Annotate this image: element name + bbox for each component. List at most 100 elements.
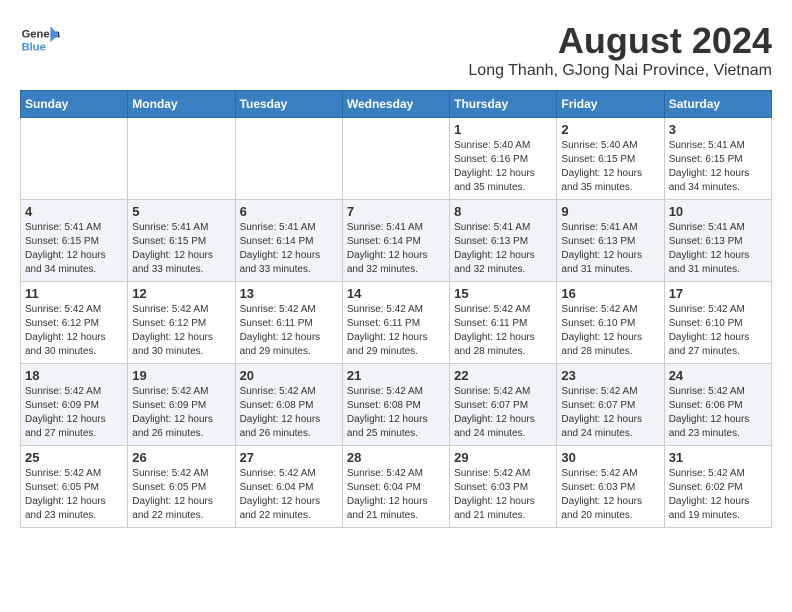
day-number: 20 <box>240 368 338 383</box>
weekday-header: Sunday <box>21 91 128 118</box>
calendar-cell: 30 Sunrise: 5:42 AM Sunset: 6:03 PM Dayli… <box>557 446 664 528</box>
calendar-cell: 6 Sunrise: 5:41 AM Sunset: 6:14 PM Daylig… <box>235 200 342 282</box>
calendar-cell <box>342 118 449 200</box>
calendar-cell: 4 Sunrise: 5:41 AM Sunset: 6:15 PM Daylig… <box>21 200 128 282</box>
day-number: 22 <box>454 368 552 383</box>
calendar-cell: 12Sunrise: 5:42 AM Sunset: 6:12 PM Dayli… <box>128 282 235 364</box>
calendar-week-row: 18 Sunrise: 5:42 AM Sunset: 6:09 PM Dayli… <box>21 364 772 446</box>
calendar-cell: 21Sunrise: 5:42 AM Sunset: 6:08 PM Dayli… <box>342 364 449 446</box>
location-title: Long Thanh, GJong Nai Province, Vietnam <box>468 62 772 80</box>
day-info: Sunrise: 5:40 AM Sunset: 6:16 PM Dayligh… <box>454 139 552 195</box>
calendar-cell: 1 Sunrise: 5:40 AM Sunset: 6:16 PM Daylig… <box>450 118 557 200</box>
day-info: Sunrise: 5:42 AM Sunset: 6:10 PM Dayligh… <box>669 303 767 359</box>
weekday-header: Saturday <box>664 91 771 118</box>
day-info: Sunrise: 5:42 AM Sunset: 6:03 PM Dayligh… <box>561 467 659 523</box>
calendar-cell: 20 Sunrise: 5:42 AM Sunset: 6:08 PM Dayli… <box>235 364 342 446</box>
day-number: 15 <box>454 286 552 301</box>
day-number: 30 <box>561 450 659 465</box>
calendar-cell: 27 Sunrise: 5:42 AM Sunset: 6:04 PM Dayli… <box>235 446 342 528</box>
day-info: Sunrise: 5:41 AM Sunset: 6:14 PM Dayligh… <box>347 221 445 277</box>
day-info: Sunrise: 5:42 AM Sunset: 6:09 PM Dayligh… <box>132 385 230 441</box>
day-info: Sunrise: 5:42 AM Sunset: 6:07 PM Dayligh… <box>561 385 659 441</box>
calendar-cell: 23 Sunrise: 5:42 AM Sunset: 6:07 PM Dayli… <box>557 364 664 446</box>
day-number: 31 <box>669 450 767 465</box>
calendar-week-row: 4 Sunrise: 5:41 AM Sunset: 6:15 PM Daylig… <box>21 200 772 282</box>
logo-icon: General Blue <box>20 20 60 60</box>
day-info: Sunrise: 5:42 AM Sunset: 6:02 PM Dayligh… <box>669 467 767 523</box>
day-number: 11 <box>25 286 123 301</box>
logo: General Blue <box>20 20 60 60</box>
month-year-title: August 2024 <box>468 20 772 62</box>
title-section: August 2024 Long Thanh, GJong Nai Provin… <box>468 20 772 80</box>
weekday-header: Tuesday <box>235 91 342 118</box>
day-info: Sunrise: 5:42 AM Sunset: 6:11 PM Dayligh… <box>347 303 445 359</box>
day-info: Sunrise: 5:41 AM Sunset: 6:15 PM Dayligh… <box>25 221 123 277</box>
day-info: Sunrise: 5:41 AM Sunset: 6:13 PM Dayligh… <box>454 221 552 277</box>
day-number: 21 <box>347 368 445 383</box>
day-info: Sunrise: 5:42 AM Sunset: 6:05 PM Dayligh… <box>132 467 230 523</box>
day-info: Sunrise: 5:42 AM Sunset: 6:04 PM Dayligh… <box>240 467 338 523</box>
calendar-cell: 10Sunrise: 5:41 AM Sunset: 6:13 PM Dayli… <box>664 200 771 282</box>
day-info: Sunrise: 5:41 AM Sunset: 6:13 PM Dayligh… <box>669 221 767 277</box>
calendar-cell: 15 Sunrise: 5:42 AM Sunset: 6:11 PM Dayli… <box>450 282 557 364</box>
weekday-header: Monday <box>128 91 235 118</box>
day-info: Sunrise: 5:42 AM Sunset: 6:08 PM Dayligh… <box>240 385 338 441</box>
weekday-header: Thursday <box>450 91 557 118</box>
day-number: 6 <box>240 204 338 219</box>
day-number: 23 <box>561 368 659 383</box>
day-number: 27 <box>240 450 338 465</box>
day-number: 3 <box>669 122 767 137</box>
day-number: 18 <box>25 368 123 383</box>
day-info: Sunrise: 5:42 AM Sunset: 6:04 PM Dayligh… <box>347 467 445 523</box>
day-number: 19 <box>132 368 230 383</box>
weekday-header: Friday <box>557 91 664 118</box>
calendar-cell: 28Sunrise: 5:42 AM Sunset: 6:04 PM Dayli… <box>342 446 449 528</box>
day-number: 1 <box>454 122 552 137</box>
svg-text:Blue: Blue <box>22 41 46 53</box>
day-number: 4 <box>25 204 123 219</box>
calendar-cell: 16Sunrise: 5:42 AM Sunset: 6:10 PM Dayli… <box>557 282 664 364</box>
day-number: 12 <box>132 286 230 301</box>
day-number: 16 <box>561 286 659 301</box>
calendar-cell: 5 Sunrise: 5:41 AM Sunset: 6:15 PM Daylig… <box>128 200 235 282</box>
day-number: 13 <box>240 286 338 301</box>
header-row: SundayMondayTuesdayWednesdayThursdayFrid… <box>21 91 772 118</box>
day-number: 5 <box>132 204 230 219</box>
day-number: 17 <box>669 286 767 301</box>
day-info: Sunrise: 5:41 AM Sunset: 6:15 PM Dayligh… <box>132 221 230 277</box>
day-number: 26 <box>132 450 230 465</box>
calendar-week-row: 1 Sunrise: 5:40 AM Sunset: 6:16 PM Daylig… <box>21 118 772 200</box>
day-number: 8 <box>454 204 552 219</box>
day-info: Sunrise: 5:42 AM Sunset: 6:05 PM Dayligh… <box>25 467 123 523</box>
day-info: Sunrise: 5:42 AM Sunset: 6:12 PM Dayligh… <box>25 303 123 359</box>
calendar-cell: 26 Sunrise: 5:42 AM Sunset: 6:05 PM Dayli… <box>128 446 235 528</box>
day-number: 2 <box>561 122 659 137</box>
day-info: Sunrise: 5:40 AM Sunset: 6:15 PM Dayligh… <box>561 139 659 195</box>
day-info: Sunrise: 5:42 AM Sunset: 6:06 PM Dayligh… <box>669 385 767 441</box>
day-info: Sunrise: 5:42 AM Sunset: 6:07 PM Dayligh… <box>454 385 552 441</box>
calendar-week-row: 11 Sunrise: 5:42 AM Sunset: 6:12 PM Dayli… <box>21 282 772 364</box>
day-number: 14 <box>347 286 445 301</box>
calendar-cell: 3 Sunrise: 5:41 AM Sunset: 6:15 PM Daylig… <box>664 118 771 200</box>
calendar-cell: 31 Sunrise: 5:42 AM Sunset: 6:02 PM Dayli… <box>664 446 771 528</box>
day-info: Sunrise: 5:41 AM Sunset: 6:13 PM Dayligh… <box>561 221 659 277</box>
day-info: Sunrise: 5:42 AM Sunset: 6:11 PM Dayligh… <box>454 303 552 359</box>
day-info: Sunrise: 5:42 AM Sunset: 6:09 PM Dayligh… <box>25 385 123 441</box>
day-number: 29 <box>454 450 552 465</box>
calendar-cell: 29 Sunrise: 5:42 AM Sunset: 6:03 PM Dayli… <box>450 446 557 528</box>
calendar-cell: 14 Sunrise: 5:42 AM Sunset: 6:11 PM Dayli… <box>342 282 449 364</box>
page-header: General Blue August 2024 Long Thanh, GJo… <box>20 20 772 80</box>
weekday-header: Wednesday <box>342 91 449 118</box>
day-info: Sunrise: 5:41 AM Sunset: 6:15 PM Dayligh… <box>669 139 767 195</box>
calendar-week-row: 25Sunrise: 5:42 AM Sunset: 6:05 PM Dayli… <box>21 446 772 528</box>
calendar-cell: 2 Sunrise: 5:40 AM Sunset: 6:15 PM Daylig… <box>557 118 664 200</box>
calendar-cell: 22 Sunrise: 5:42 AM Sunset: 6:07 PM Dayli… <box>450 364 557 446</box>
calendar-cell: 19 Sunrise: 5:42 AM Sunset: 6:09 PM Dayli… <box>128 364 235 446</box>
calendar-cell <box>128 118 235 200</box>
calendar-cell: 9Sunrise: 5:41 AM Sunset: 6:13 PM Daylig… <box>557 200 664 282</box>
calendar-cell: 18 Sunrise: 5:42 AM Sunset: 6:09 PM Dayli… <box>21 364 128 446</box>
day-info: Sunrise: 5:42 AM Sunset: 6:03 PM Dayligh… <box>454 467 552 523</box>
calendar-cell: 8 Sunrise: 5:41 AM Sunset: 6:13 PM Daylig… <box>450 200 557 282</box>
calendar-cell: 25Sunrise: 5:42 AM Sunset: 6:05 PM Dayli… <box>21 446 128 528</box>
day-info: Sunrise: 5:41 AM Sunset: 6:14 PM Dayligh… <box>240 221 338 277</box>
